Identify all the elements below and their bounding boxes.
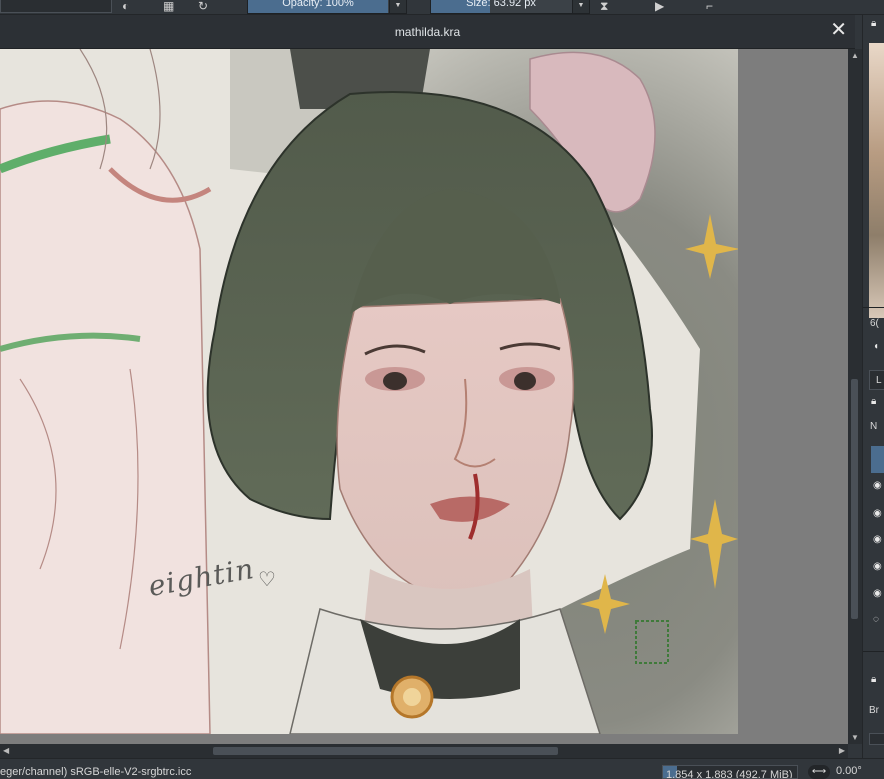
top-toolbar: ◐ ▦ ↻ Opacity: 100% ▼ Size: 63.92 px ▼ ⧗… xyxy=(0,0,884,15)
brush-preset-selector[interactable] xyxy=(0,0,112,13)
scroll-up-icon[interactable]: ▲ xyxy=(848,51,862,60)
right-docker: 🔒︎ 6( ◖ L 🔒︎ N ◉ ◉ ◉ ◉ ◉ ◌ 🔒︎ Br xyxy=(862,15,884,758)
overview-thumbnail[interactable] xyxy=(869,43,884,318)
eye-icon[interactable]: ◉ xyxy=(873,481,884,491)
docker-divider xyxy=(863,307,884,308)
scroll-down-icon[interactable]: ▼ xyxy=(848,733,862,742)
colorspace-label: eger/channel) sRGB-elle-V2-srgbtrc.icc xyxy=(0,766,192,778)
vertical-scrollbar[interactable]: ▲ ▼ xyxy=(848,49,862,744)
chevron-down-icon[interactable]: ▼ xyxy=(389,0,406,13)
heart-icon: ♡ xyxy=(258,569,276,591)
eye-icon[interactable]: ◉ xyxy=(873,562,884,572)
brush-docker-label: Br xyxy=(869,705,879,716)
lock-label: L xyxy=(876,375,882,386)
rotation-label: 0.00° xyxy=(836,765,862,777)
reload-preset-icon[interactable]: ↻ xyxy=(198,0,208,12)
opacity-label: Opacity: 100% xyxy=(282,0,354,9)
close-icon[interactable]: ✕ xyxy=(830,20,847,40)
scroll-right-icon[interactable]: ▶ xyxy=(839,744,845,758)
eye-icon[interactable]: ◌ xyxy=(873,615,884,625)
horizontal-scroll-thumb[interactable] xyxy=(213,747,558,755)
mirror-horizontal-icon[interactable]: ⧗ xyxy=(600,0,608,12)
vertical-scroll-thumb[interactable] xyxy=(851,379,858,619)
size-slider[interactable]: Size: 63.92 px ▼ xyxy=(430,0,590,14)
document-title: mathilda.kra xyxy=(394,25,461,39)
rotate-icon[interactable]: ⟷ xyxy=(808,765,830,779)
canvas[interactable]: eightin ♡ xyxy=(0,49,738,734)
selected-layer-row[interactable] xyxy=(871,446,884,473)
chevron-down-icon[interactable]: ▼ xyxy=(572,0,589,13)
lock-icon[interactable]: 🔒︎ xyxy=(871,19,883,29)
image-size-indicator[interactable]: 1,854 x 1,883 (492.7 MiB) xyxy=(662,765,798,779)
eye-icon[interactable]: ◉ xyxy=(873,535,884,545)
alpha-lock-icon[interactable]: ▦ xyxy=(163,0,174,12)
image-size-label: 1,854 x 1,883 (492.7 MiB) xyxy=(666,769,793,779)
document-titlebar: mathilda.kra ✕ xyxy=(0,15,855,49)
brush-docker-field[interactable] xyxy=(869,733,884,745)
docker-divider xyxy=(863,651,884,652)
artwork xyxy=(0,49,738,734)
zoom-field[interactable]: 6( xyxy=(870,318,879,329)
status-bar: eger/channel) sRGB-elle-V2-srgbtrc.icc 1… xyxy=(0,758,884,779)
lock-icon[interactable]: 🔒︎ xyxy=(871,397,883,407)
wrap-around-icon[interactable]: ⌐ xyxy=(706,0,713,12)
eye-icon[interactable]: ◉ xyxy=(873,509,884,519)
blend-mode-field[interactable]: N xyxy=(870,421,877,432)
lock-icon[interactable]: 🔒︎ xyxy=(871,675,883,685)
size-label: Size: 63.92 px xyxy=(466,0,536,9)
horizontal-scrollbar[interactable]: ◀ ▶ xyxy=(0,744,848,758)
opacity-slider[interactable]: Opacity: 100% ▼ xyxy=(247,0,407,14)
zoom-dial-icon[interactable]: ◖ xyxy=(873,342,884,352)
mirror-vertical-icon[interactable]: ▶ xyxy=(655,0,664,12)
scroll-left-icon[interactable]: ◀ xyxy=(3,744,9,758)
eraser-icon[interactable]: ◐ xyxy=(122,0,129,12)
canvas-area[interactable]: eightin ♡ xyxy=(0,49,848,744)
eye-icon[interactable]: ◉ xyxy=(873,589,884,599)
layer-mode-box[interactable]: L xyxy=(869,370,884,390)
